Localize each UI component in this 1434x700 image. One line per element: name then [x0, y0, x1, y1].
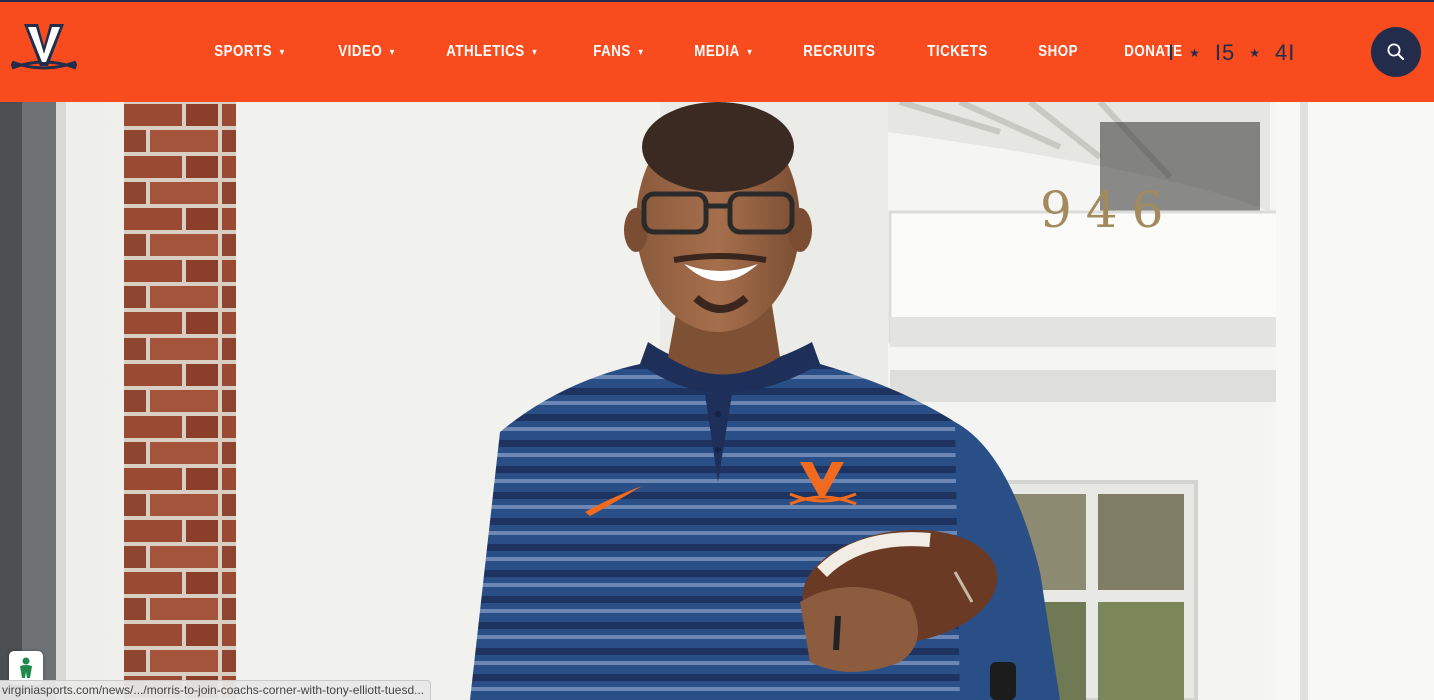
nav-item-media[interactable]: MEDIA ▼ — [677, 32, 771, 72]
brand-mark: I ★ I5 ★ 4I — [1168, 38, 1295, 68]
status-bar-url: virginiasports.com/news/.../morris-to-jo… — [0, 680, 432, 700]
nav-item-tickets[interactable]: TICKETS — [910, 32, 1005, 72]
nav-item-video[interactable]: VIDEO ▼ — [321, 32, 414, 72]
uva-logo[interactable] — [8, 22, 80, 82]
chevron-down-icon: ▼ — [745, 46, 754, 57]
brand-mark-right: 4I — [1275, 40, 1296, 65]
nav-item-shop[interactable]: SHOP — [1021, 32, 1095, 72]
chevron-down-icon: ▼ — [388, 46, 397, 57]
nav-item-label: ATHLETICS — [445, 43, 525, 60]
brand-mark-star-2: ★ — [1249, 46, 1262, 60]
nav-item-label: RECRUITS — [803, 43, 876, 60]
accessibility-icon — [20, 657, 32, 678]
brand-mark-left: I — [1168, 40, 1176, 65]
chevron-down-icon: ▼ — [530, 46, 539, 57]
uva-v-sabres-logo-icon — [11, 24, 77, 70]
nav-item-sports[interactable]: SPORTS ▼ — [197, 32, 304, 72]
chevron-down-icon: ▼ — [637, 46, 646, 57]
search-icon — [1387, 43, 1404, 60]
hero-image: 946 — [0, 102, 1434, 700]
main-nav: SPORTS ▼ VIDEO ▼ ATHLETICS ▼ FANS ▼ MEDIA ▼ RECRUI… — [197, 2, 1215, 102]
chevron-down-icon: ▼ — [278, 46, 287, 57]
brand-mark-star-1: ★ — [1189, 46, 1201, 60]
brand-mark-middle: I5 — [1214, 40, 1236, 65]
nav-item-label: SHOP — [1037, 43, 1078, 60]
nav-item-fans[interactable]: FANS ▼ — [576, 32, 662, 72]
nav-item-label: FANS — [593, 43, 632, 60]
nav-item-label: MEDIA — [693, 43, 740, 60]
nav-item-label: TICKETS — [927, 43, 988, 60]
nav-item-recruits[interactable]: RECRUITS — [786, 32, 893, 72]
coach-photo: 946 — [0, 102, 1434, 700]
nav-item-label: VIDEO — [338, 43, 383, 60]
site-header: SPORTS ▼ VIDEO ▼ ATHLETICS ▼ FANS ▼ MEDIA ▼ RECRUI… — [0, 2, 1434, 102]
search-button[interactable] — [1371, 27, 1421, 77]
door-number: 946 — [1040, 181, 1177, 239]
nav-item-label: SPORTS — [214, 43, 273, 60]
nav-item-athletics[interactable]: ATHLETICS ▼ — [429, 32, 556, 72]
